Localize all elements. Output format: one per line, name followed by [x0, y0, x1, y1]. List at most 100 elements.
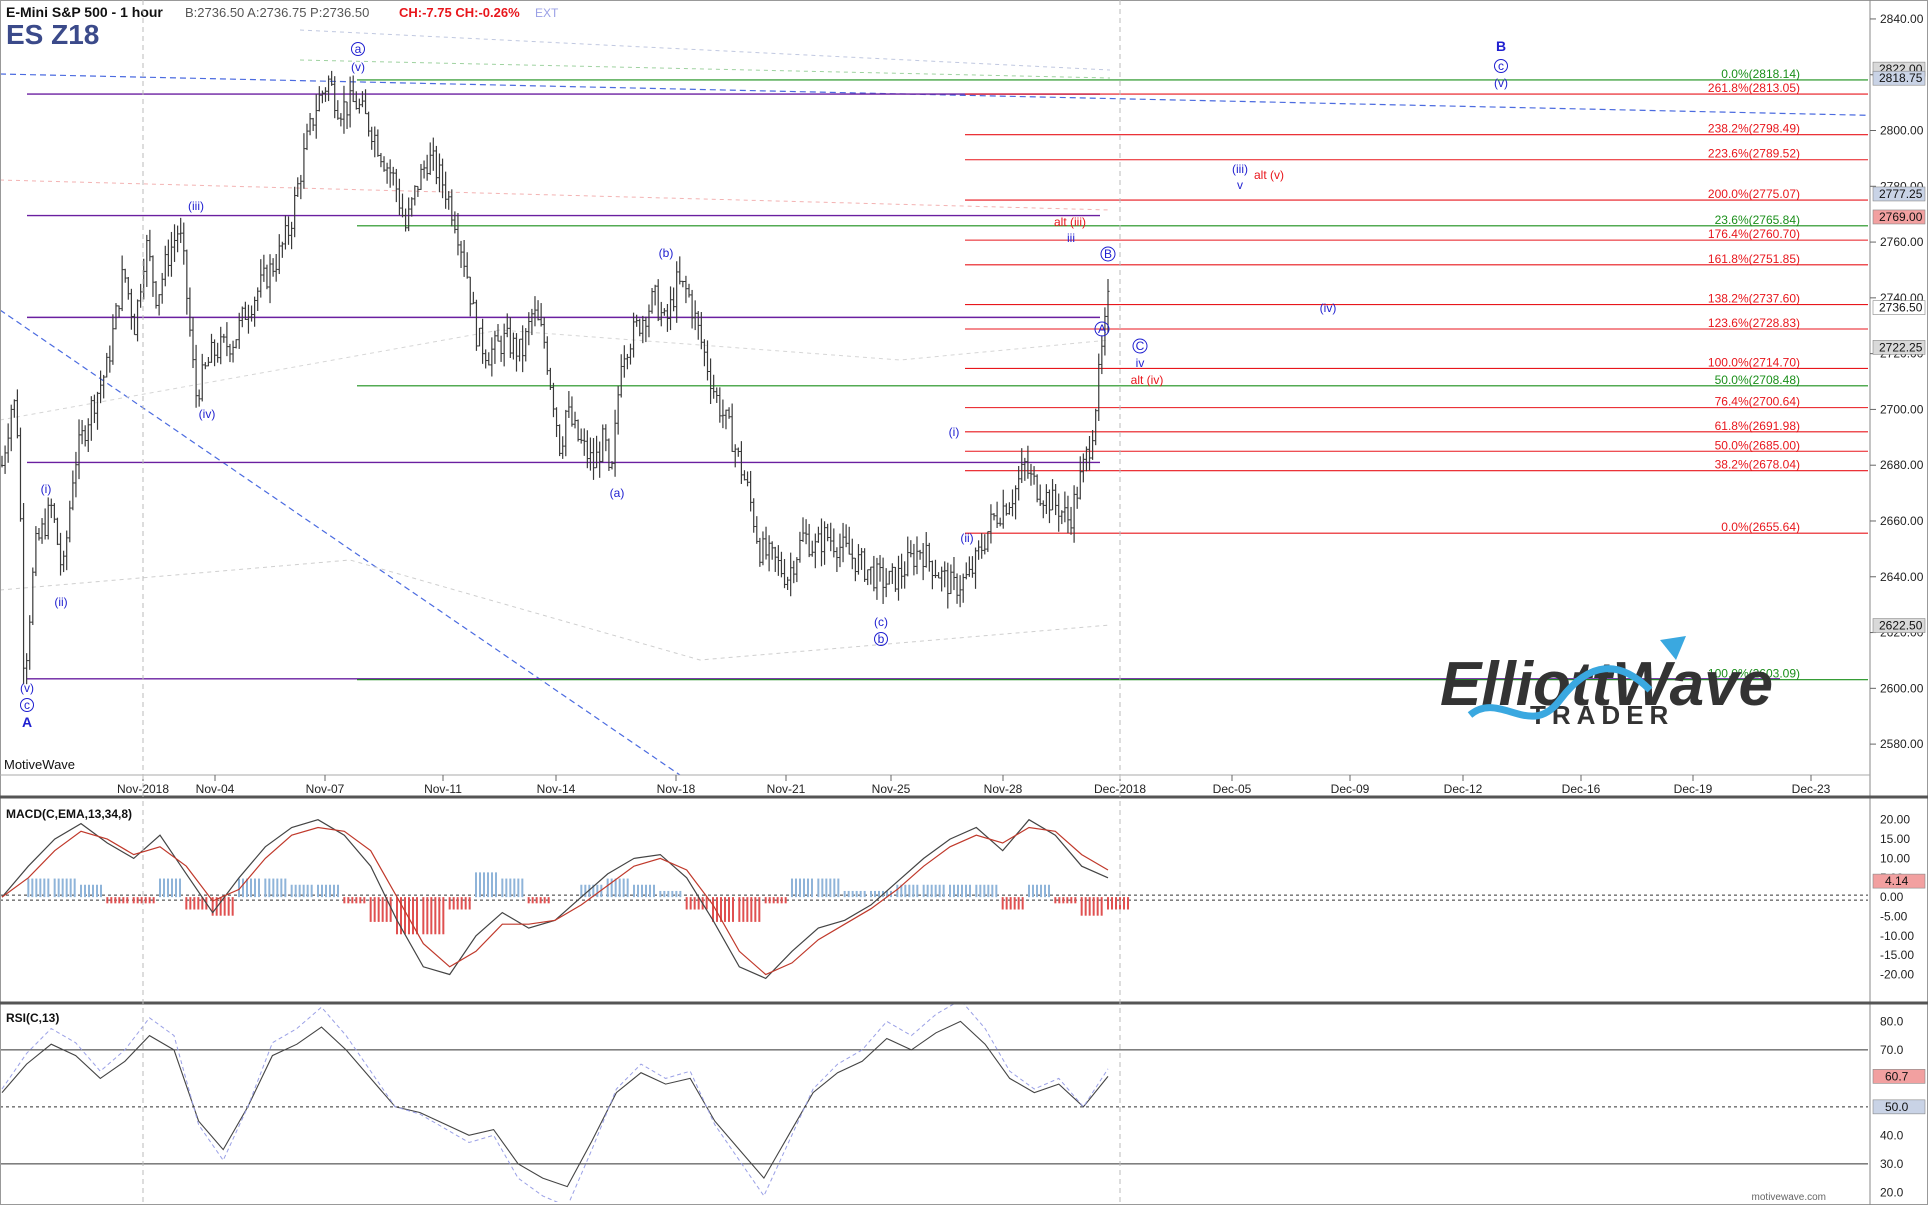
rsi-tick-label: 30.0 [1880, 1157, 1904, 1171]
macd-tick-label: -20.00 [1880, 968, 1914, 982]
wave-label: (b) [659, 246, 674, 260]
fib-level-label: 238.2%(2798.49) [1708, 122, 1800, 136]
wave-label: C [1136, 339, 1145, 353]
price-tag-label: 2818.75 [1879, 71, 1923, 85]
candlestick-series[interactable] [0, 70, 1110, 685]
fib-level-label: 176.4%(2760.70) [1708, 227, 1800, 241]
price-tag-label: 2622.50 [1879, 619, 1923, 633]
date-tick-label: Nov-11 [424, 782, 462, 796]
macd-title: MACD(C,EMA,13,34,8) [6, 807, 132, 821]
wave-label: alt (iv) [1131, 373, 1164, 387]
trend-channel-line [299, 59, 1111, 79]
macd-panel[interactable]: MACD(C,EMA,13,34,8) [0, 807, 1868, 980]
quote-readout: B:2736.50 A:2736.75 P:2736.50 [185, 5, 369, 20]
wave-label: (i) [949, 425, 960, 439]
rsi-title: RSI(C,13) [6, 1011, 59, 1025]
wave-label: (ii) [960, 531, 973, 545]
wave-label: b [878, 632, 885, 646]
macd-tick-label: -5.00 [1880, 909, 1908, 923]
price-tag-label: 2769.00 [1879, 210, 1923, 224]
wave-label: (iii) [1232, 162, 1248, 176]
chart-window: 0.0%(2818.14) 261.8%(2813.05) 238.2%(2798.… [0, 0, 1928, 1205]
price-tag-label: 2777.25 [1879, 187, 1923, 201]
wave-label: iii [1067, 231, 1075, 245]
wave-label: (iv) [1320, 301, 1337, 315]
wave-label: (v) [351, 60, 365, 74]
wave-label: alt (v) [1254, 168, 1284, 182]
price-tick-label: 2760.00 [1880, 235, 1924, 249]
macd-value-label: 4.14 [1885, 874, 1909, 888]
price-tick-label: 2660.00 [1880, 514, 1924, 528]
ext-label[interactable]: EXT [535, 6, 559, 20]
wave-label: v [1237, 178, 1243, 192]
trend-channel-line [0, 559, 1111, 661]
price-tick-label: 2840.00 [1880, 12, 1924, 26]
wave-label: (v) [1494, 76, 1508, 90]
wave-label: B [1104, 247, 1112, 261]
fib-level-label: 50.0%(2685.00) [1715, 438, 1800, 452]
rsi-band-line [1, 1002, 1109, 1202]
wave-label: c [24, 698, 30, 712]
fib-level-label: 200.0%(2775.07) [1708, 187, 1800, 201]
platform-label: MotiveWave [4, 757, 75, 772]
wave-label: iv [1136, 356, 1145, 370]
macd-signal-line [1, 826, 1109, 976]
date-tick-label: Dec-16 [1562, 782, 1601, 796]
rsi-value-label: 60.7 [1885, 1069, 1909, 1083]
date-tick-label: Dec-19 [1674, 782, 1713, 796]
fib-level-label: 123.6%(2728.83) [1708, 316, 1800, 330]
date-tick-label: Nov-21 [767, 782, 806, 796]
price-tick-label: 2700.00 [1880, 402, 1924, 416]
fib-level-label: 161.8%(2751.85) [1708, 252, 1800, 266]
fib-level-label: 76.4%(2700.64) [1715, 395, 1800, 409]
wave-label: (v) [20, 681, 34, 695]
wave-label: (a) [610, 486, 625, 500]
date-tick-label: Nov-07 [306, 782, 345, 796]
macd-tick-label: 20.00 [1880, 813, 1910, 827]
change-readout: CH:-7.75 CH:-0.26% [399, 5, 520, 20]
wave-label: alt (iii) [1054, 215, 1086, 229]
fib-level-label: 223.6%(2789.52) [1708, 147, 1800, 161]
rsi-mid-label: 50.0 [1885, 1100, 1909, 1114]
fib-level-label: 50.0%(2708.48) [1715, 373, 1800, 387]
fib-level-label: 0.0%(2655.64) [1721, 520, 1800, 534]
instrument-title: E-Mini S&P 500 - 1 hour [6, 4, 163, 20]
trend-channel-line [0, 179, 1111, 211]
price-tick-label: 2580.00 [1880, 737, 1924, 751]
macd-tick-label: 0.00 [1880, 890, 1904, 904]
wave-label: (iv) [199, 407, 216, 421]
wave-label: c [1498, 59, 1504, 73]
date-tick-label: Nov-28 [984, 782, 1023, 796]
symbol-title: ES Z18 [6, 19, 99, 50]
elliottwave-logo: ElliottWave TRADER [1440, 636, 1773, 730]
rsi-tick-label: 70.0 [1880, 1043, 1904, 1057]
macd-tick-label: -15.00 [1880, 948, 1914, 962]
fib-level-label: 61.8%(2691.98) [1715, 419, 1800, 433]
wave-label: (iii) [188, 199, 204, 213]
rsi-tick-label: 80.0 [1880, 1014, 1904, 1028]
macd-tick-label: 10.00 [1880, 851, 1910, 865]
rsi-line [1, 1020, 1109, 1188]
date-tick-label: Dec-05 [1213, 782, 1252, 796]
price-tick-label: 2680.00 [1880, 458, 1924, 472]
date-tick-label: Dec-09 [1331, 782, 1370, 796]
price-tick-label: 2800.00 [1880, 124, 1924, 138]
trend-channel-line [0, 329, 1111, 421]
wave-label: (ii) [54, 595, 67, 609]
wave-label: (i) [41, 482, 52, 496]
macd-tick-label: -10.00 [1880, 929, 1914, 943]
macd-tick-label: 15.00 [1880, 832, 1910, 846]
rsi-panel[interactable]: RSI(C,13) [0, 1000, 1868, 1205]
macd-line [1, 818, 1109, 980]
rsi-tick-label: 40.0 [1880, 1128, 1904, 1142]
date-tick-label: Dec-23 [1792, 782, 1831, 796]
price-tag-label: 2722.25 [1879, 340, 1923, 354]
trend-channel-line [0, 309, 681, 775]
fib-level-label: 38.2%(2678.04) [1715, 458, 1800, 472]
watermark-url: motivewave.com [1752, 1192, 1826, 1203]
wave-label: B [1496, 38, 1506, 54]
fib-level-label: 23.6%(2765.84) [1715, 213, 1800, 227]
chart-canvas[interactable]: 0.0%(2818.14)261.8%(2813.05) 238.2%(2798.… [0, 0, 1928, 1205]
wave-label: A [22, 714, 32, 730]
rsi-tick-label: 20.0 [1880, 1185, 1904, 1199]
